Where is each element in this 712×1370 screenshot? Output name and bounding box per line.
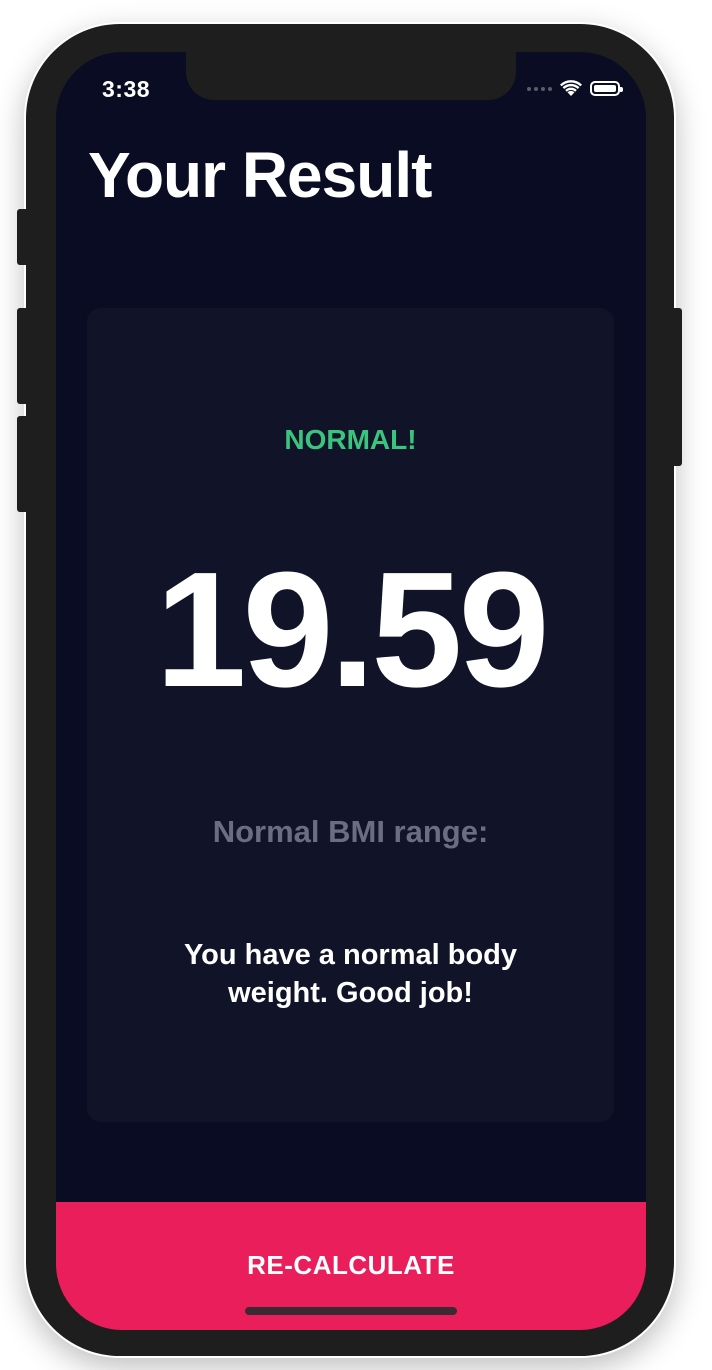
bmi-value: 19.59 [155, 538, 549, 721]
status-bar-icons [527, 80, 623, 97]
cellular-signal-icon [527, 86, 552, 91]
status-bar-time: 3:38 [102, 76, 151, 102]
app-screen: 3:38 Your Result NORMAL! 19.59 Normal BM… [56, 52, 646, 1330]
power-button [670, 308, 682, 466]
home-indicator[interactable] [245, 1307, 457, 1315]
result-card: NORMAL! 19.59 Normal BMI range: You have… [87, 308, 614, 1122]
volume-down-button [17, 416, 29, 512]
page-title: Your Result [88, 139, 432, 211]
result-status-label: NORMAL! [284, 424, 417, 455]
bmi-range-label: Normal BMI range: [212, 814, 489, 849]
result-interpretation: You have a normal body weight. Good job! [183, 939, 518, 1009]
wifi-icon [560, 80, 582, 96]
device-notch [186, 52, 516, 100]
recalculate-button-label: RE-CALCULATE [247, 1250, 455, 1280]
mute-switch [17, 209, 29, 265]
volume-up-button [17, 308, 29, 404]
battery-icon [590, 81, 623, 96]
